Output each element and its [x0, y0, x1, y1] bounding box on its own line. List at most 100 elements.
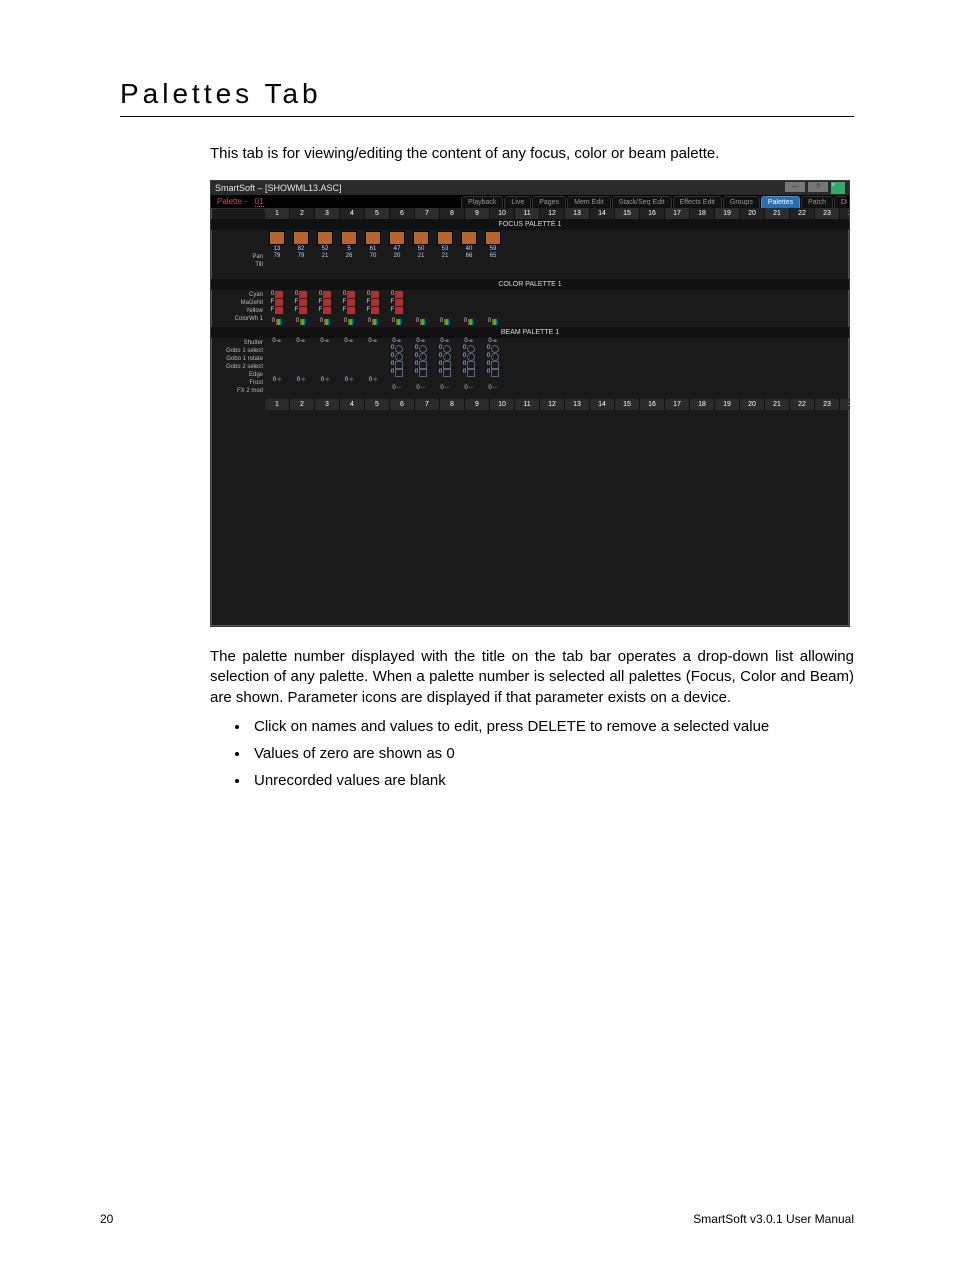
channel-header-17[interactable]: 17 [665, 208, 690, 219]
focus-value[interactable]: 82 [298, 246, 305, 253]
shutter-value[interactable]: 0 [296, 338, 299, 345]
color-value[interactable]: 0 [367, 291, 370, 298]
beam-value[interactable]: 0 [391, 361, 394, 369]
channel-header-24[interactable]: 24 [840, 208, 850, 219]
channel-header-22[interactable]: 22 [790, 208, 815, 219]
beam-value[interactable]: 0 [463, 361, 466, 369]
channel-header-20[interactable]: 20 [740, 399, 765, 410]
shutter-value[interactable]: 0 [272, 338, 275, 345]
beam-col-7[interactable]: 0◂▸00000— [409, 338, 433, 392]
beam-col-1[interactable]: 0◂▸0❄ [265, 338, 289, 392]
beam-value[interactable]: 0 [463, 369, 466, 377]
channel-header-12[interactable]: 12 [540, 208, 565, 219]
frost-value[interactable]: 0 [345, 377, 348, 384]
shutter-value[interactable]: 0 [416, 338, 419, 345]
beam-col-5[interactable]: 0◂▸0❄ [361, 338, 385, 392]
focus-col-2[interactable]: 8279 [289, 230, 313, 260]
beam-value[interactable]: 0 [463, 353, 466, 361]
focus-col-3[interactable]: 5221 [313, 230, 337, 260]
channel-header-11[interactable]: 11 [515, 208, 540, 219]
color-col-9[interactable] [457, 290, 481, 314]
channel-header-24[interactable]: 24 [840, 399, 850, 410]
channel-header-5[interactable]: 5 [365, 399, 390, 410]
color-col-5[interactable]: 0FF [361, 290, 385, 314]
channel-header-13[interactable]: 13 [565, 399, 590, 410]
shutter-value[interactable]: 0 [392, 338, 395, 345]
focus-value[interactable]: 5 [347, 246, 350, 253]
focus-value[interactable]: 53 [442, 246, 449, 253]
beam-value[interactable]: 0 [439, 353, 442, 361]
color-value[interactable]: F [391, 307, 395, 314]
color-value[interactable]: F [295, 299, 299, 306]
focus-value[interactable]: 65 [490, 253, 497, 260]
beam-col-4[interactable]: 0◂▸0❄ [337, 338, 361, 392]
channel-header-15[interactable]: 15 [615, 208, 640, 219]
channel-header-7[interactable]: 7 [415, 399, 440, 410]
shutter-value[interactable]: 0 [440, 338, 443, 345]
beam-col-10[interactable]: 0◂▸00000— [481, 338, 505, 392]
beam-value[interactable]: 0 [415, 361, 418, 369]
shutter-value[interactable]: 0 [488, 338, 491, 345]
shutter-value[interactable]: 0 [368, 338, 371, 345]
channel-header-10[interactable]: 10 [490, 399, 515, 410]
color-value[interactable]: F [367, 307, 371, 314]
color-col-1[interactable]: 0FF [265, 290, 289, 314]
color-col-10[interactable] [481, 290, 505, 314]
window-restore-button[interactable]: ? [808, 182, 828, 192]
channel-header-8[interactable]: 8 [440, 399, 465, 410]
color-value[interactable]: 0 [295, 291, 298, 298]
channel-header-4[interactable]: 4 [340, 399, 365, 410]
channel-header-23[interactable]: 23 [815, 399, 840, 410]
color-value[interactable]: 0 [391, 291, 394, 298]
colorwh-value[interactable]: 0 [272, 318, 275, 325]
window-minimize-button[interactable]: — [785, 182, 805, 192]
color-col-2[interactable]: 0FF [289, 290, 313, 314]
focus-col-10[interactable]: 5965 [481, 230, 505, 260]
beam-value[interactable]: 0 [415, 345, 418, 353]
channel-header-13[interactable]: 13 [565, 208, 590, 219]
beam-value[interactable]: 0 [439, 345, 442, 353]
color-value[interactable]: F [343, 299, 347, 306]
palette-number-dropdown[interactable]: 01 [255, 197, 264, 207]
channel-header-2[interactable]: 2 [290, 208, 315, 219]
tab-mem-edit[interactable]: Mem Edit [567, 196, 611, 208]
window-close-button[interactable]: × [831, 182, 845, 194]
beam-value[interactable]: 0 [439, 361, 442, 369]
focus-value[interactable]: 52 [322, 246, 329, 253]
focus-col-9[interactable]: 4066 [457, 230, 481, 260]
focus-value[interactable]: 59 [490, 246, 497, 253]
focus-col-1[interactable]: 1379 [265, 230, 289, 260]
channel-header-1[interactable]: 1 [265, 399, 290, 410]
channel-header-19[interactable]: 19 [715, 208, 740, 219]
focus-value[interactable]: 70 [370, 253, 377, 260]
focus-value[interactable]: 66 [466, 253, 473, 260]
frost-value[interactable]: 0 [273, 377, 276, 384]
channel-header-14[interactable]: 14 [590, 399, 615, 410]
color-value[interactable]: F [295, 307, 299, 314]
channel-header-7[interactable]: 7 [415, 208, 440, 219]
focus-value[interactable]: 21 [322, 253, 329, 260]
beam-value[interactable]: 0 [463, 345, 466, 353]
channel-header-23[interactable]: 23 [815, 208, 840, 219]
tab-dmx-outputs[interactable]: DMX Outputs [834, 196, 847, 208]
channel-header-10[interactable]: 10 [490, 208, 515, 219]
color-col-7[interactable] [409, 290, 433, 314]
color-value[interactable]: F [367, 299, 371, 306]
color-grid[interactable]: 0FF0FF0FF0FF0FF0FF [265, 290, 505, 314]
focus-value[interactable]: 21 [418, 253, 425, 260]
color-value[interactable]: F [391, 299, 395, 306]
colorwh-value[interactable]: 0 [416, 318, 419, 325]
shutter-value[interactable]: 0 [320, 338, 323, 345]
focus-value[interactable]: 61 [370, 246, 377, 253]
fx2-value[interactable]: 0 [392, 385, 395, 392]
channel-header-3[interactable]: 3 [315, 208, 340, 219]
channel-header-2[interactable]: 2 [290, 399, 315, 410]
tab-pages[interactable]: Pages [532, 196, 566, 208]
color-value[interactable]: 0 [319, 291, 322, 298]
color-col-6[interactable]: 0FF [385, 290, 409, 314]
beam-value[interactable]: 0 [439, 369, 442, 377]
fx2-value[interactable]: 0 [416, 385, 419, 392]
channel-header-14[interactable]: 14 [590, 208, 615, 219]
beam-col-9[interactable]: 0◂▸00000— [457, 338, 481, 392]
color-value[interactable]: F [271, 307, 275, 314]
